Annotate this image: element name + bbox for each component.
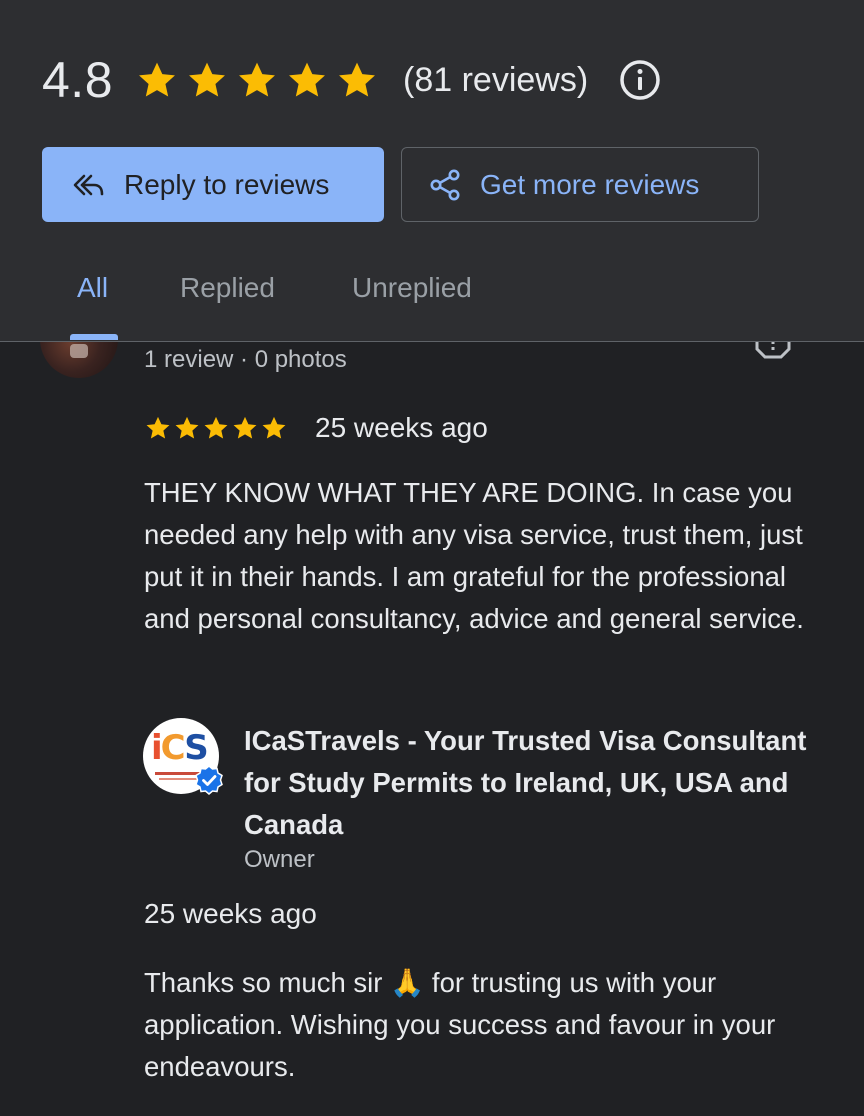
owner-logo-letter: S bbox=[184, 728, 208, 768]
star-icon bbox=[289, 62, 325, 97]
owner-logo-text: iCS bbox=[151, 728, 209, 768]
reply-to-reviews-button[interactable]: Reply to reviews bbox=[42, 147, 384, 222]
reply-all-icon bbox=[73, 174, 104, 195]
share-icon bbox=[430, 169, 460, 200]
rating-stars bbox=[135, 58, 385, 102]
star-icon bbox=[175, 416, 199, 439]
reviews-header: 4.8 (81 reviews) Reply to reviews Get mo… bbox=[0, 0, 864, 342]
owner-avatar: iCS bbox=[143, 718, 223, 795]
reply-to-reviews-label: Reply to reviews bbox=[124, 168, 330, 200]
owner-logo-letter: i bbox=[151, 728, 163, 768]
tab-all[interactable]: All bbox=[77, 272, 108, 304]
star-icon bbox=[204, 416, 228, 439]
info-icon[interactable] bbox=[618, 58, 662, 102]
star-icon bbox=[239, 62, 275, 97]
review-stars bbox=[144, 414, 289, 442]
star-icon bbox=[139, 62, 175, 97]
star-icon bbox=[262, 416, 286, 439]
star-icon bbox=[146, 416, 170, 439]
owner-name: ICaSTravels - Your Trusted Visa Consulta… bbox=[244, 725, 807, 840]
tab-replied[interactable]: Replied bbox=[180, 272, 275, 304]
star-icon bbox=[339, 62, 375, 97]
verified-icon bbox=[195, 765, 223, 795]
rating-value: 4.8 bbox=[42, 52, 114, 108]
review-text: THEY KNOW WHAT THEY ARE DOING. In case y… bbox=[144, 477, 804, 634]
get-more-reviews-label: Get more reviews bbox=[480, 168, 700, 200]
active-tab-indicator bbox=[70, 334, 118, 340]
reply-date: 25 weeks ago bbox=[144, 898, 317, 929]
owner-role: Owner bbox=[244, 846, 315, 873]
rating-summary: 4.8 (81 reviews) bbox=[42, 52, 662, 108]
get-more-reviews-button[interactable]: Get more reviews bbox=[401, 147, 759, 222]
star-icon bbox=[189, 62, 225, 97]
reply-text: Thanks so much sir 🙏 for trusting us wit… bbox=[144, 967, 776, 1082]
review-date: 25 weeks ago bbox=[315, 412, 488, 443]
review-filter-tabs: All Replied Unreplied bbox=[0, 262, 864, 340]
owner-logo: iCS bbox=[151, 728, 209, 768]
star-icon bbox=[233, 416, 257, 439]
reviewer-meta: 1 review · 0 photos bbox=[144, 346, 347, 373]
owner-logo-letter: C bbox=[160, 728, 187, 768]
review-count: (81 reviews) bbox=[403, 60, 589, 99]
tab-unreplied[interactable]: Unreplied bbox=[352, 272, 472, 304]
